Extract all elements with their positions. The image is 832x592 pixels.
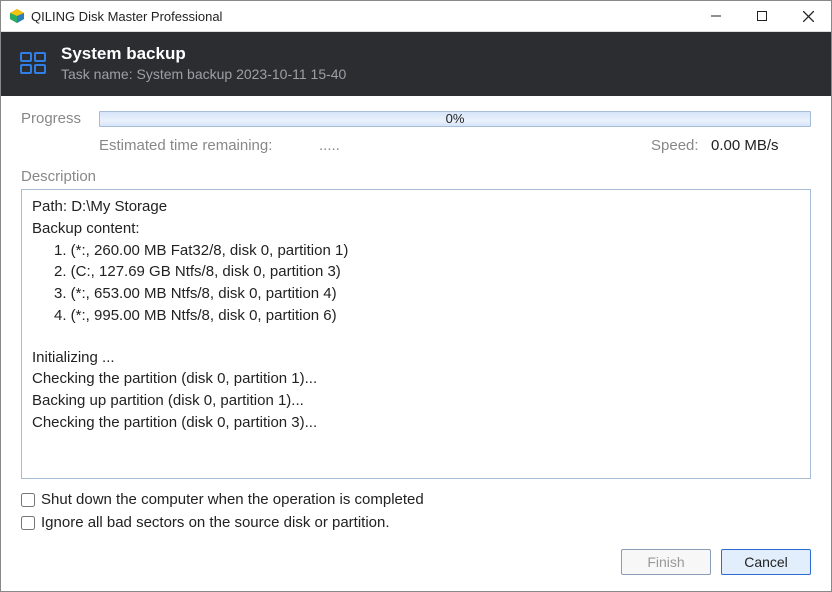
window-controls — [693, 1, 831, 31]
progress-percent: 0% — [446, 111, 465, 126]
page-header: System backup Task name: System backup 2… — [1, 32, 831, 96]
ignore-checkbox[interactable] — [21, 516, 35, 530]
close-button[interactable] — [785, 1, 831, 31]
button-row: Finish Cancel — [1, 537, 831, 591]
shutdown-checkbox[interactable] — [21, 493, 35, 507]
ignore-label: Ignore all bad sectors on the source dis… — [41, 514, 390, 531]
desc-item: 4. (*:, 995.00 MB Ntfs/8, disk 0, partit… — [54, 305, 800, 327]
speed-value: 0.00 MB/s — [711, 137, 811, 154]
header-subtitle: Task name: System backup 2023-10-11 15-4… — [61, 66, 346, 82]
progress-bar: 0% — [99, 111, 811, 127]
finish-button: Finish — [621, 549, 711, 575]
window-title: QILING Disk Master Professional — [31, 9, 693, 24]
desc-log-line: Backing up partition (disk 0, partition … — [32, 390, 800, 412]
maximize-button[interactable] — [739, 1, 785, 31]
desc-item: 2. (C:, 127.69 GB Ntfs/8, disk 0, partit… — [54, 261, 800, 283]
progress-details: Estimated time remaining: ..... Speed: 0… — [21, 137, 811, 154]
cancel-button[interactable]: Cancel — [721, 549, 811, 575]
desc-log-line: Initializing ... — [32, 347, 800, 369]
desc-item: 3. (*:, 653.00 MB Ntfs/8, disk 0, partit… — [54, 283, 800, 305]
shutdown-label: Shut down the computer when the operatio… — [41, 491, 424, 508]
window-frame: QILING Disk Master Professional System b — [0, 0, 832, 592]
header-text: System backup Task name: System backup 2… — [61, 44, 346, 82]
estimated-label: Estimated time remaining: — [99, 137, 319, 154]
shutdown-option[interactable]: Shut down the computer when the operatio… — [21, 491, 811, 508]
app-icon — [9, 8, 25, 24]
progress-label: Progress — [21, 110, 99, 127]
options: Shut down the computer when the operatio… — [21, 491, 811, 531]
minimize-button[interactable] — [693, 1, 739, 31]
speed-label: Speed: — [651, 137, 711, 154]
ignore-option[interactable]: Ignore all bad sectors on the source dis… — [21, 514, 811, 531]
titlebar: QILING Disk Master Professional — [1, 1, 831, 32]
description-label: Description — [21, 168, 811, 185]
desc-log-line: Checking the partition (disk 0, partitio… — [32, 368, 800, 390]
desc-item: 1. (*:, 260.00 MB Fat32/8, disk 0, parti… — [54, 240, 800, 262]
estimated-value: ..... — [319, 137, 439, 154]
description-box[interactable]: Path: D:\My Storage Backup content: 1. (… — [21, 189, 811, 479]
desc-content-header: Backup content: — [32, 218, 800, 240]
progress-row: Progress 0% — [21, 110, 811, 127]
header-title: System backup — [61, 44, 346, 64]
desc-path: Path: D:\My Storage — [32, 196, 800, 218]
desc-log-line: Checking the partition (disk 0, partitio… — [32, 412, 800, 434]
body: Progress 0% Estimated time remaining: ..… — [1, 96, 831, 537]
grid-icon — [19, 49, 47, 77]
